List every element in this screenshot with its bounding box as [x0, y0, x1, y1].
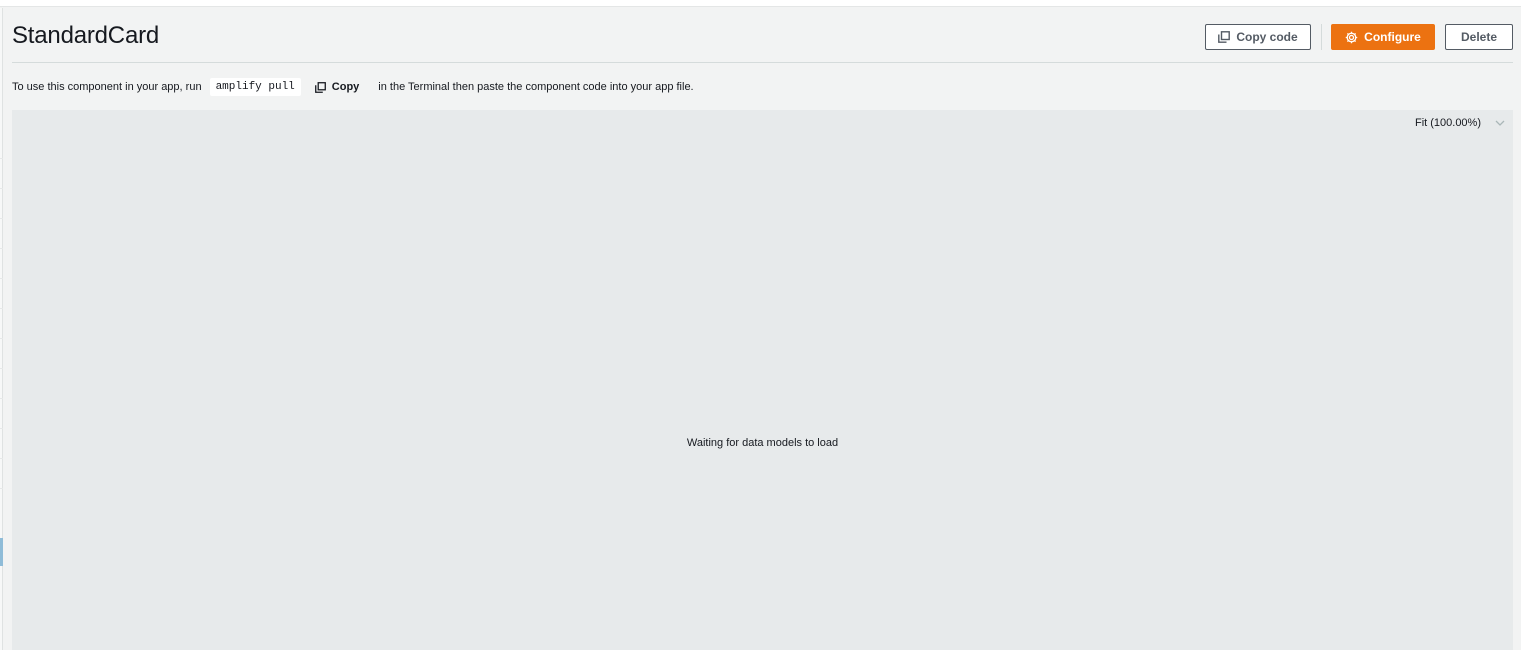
zoom-value: Fit (100.00%) [1414, 117, 1481, 129]
delete-button[interactable]: Delete [1445, 24, 1513, 50]
copy-icon [1218, 31, 1231, 43]
left-panel-edge[interactable] [0, 8, 3, 650]
command-code: amplify pull [209, 78, 301, 96]
copy-command-label: Copy [331, 81, 360, 93]
top-border [0, 0, 1521, 7]
edge-tick [0, 458, 3, 459]
edge-tick [0, 248, 3, 249]
edge-tick [0, 218, 3, 219]
active-nav-marker [0, 538, 3, 566]
copy-icon [314, 81, 326, 93]
instructions-prefix: To use this component in your app, run [12, 81, 202, 93]
edge-tick [0, 308, 3, 309]
usage-instructions: To use this component in your app, run a… [12, 76, 694, 98]
copy-code-label: Copy code [1236, 30, 1298, 44]
component-preview-canvas[interactable]: Fit (100.00%) Waiting for data models to… [12, 110, 1513, 650]
chevron-down-icon [1495, 120, 1505, 126]
edge-tick [0, 278, 3, 279]
loading-status-message: Waiting for data models to load [686, 437, 839, 449]
edge-tick [0, 488, 3, 489]
copy-code-button[interactable]: Copy code [1205, 24, 1311, 50]
zoom-select[interactable]: Fit (100.00%) [1415, 117, 1505, 129]
edge-tick [0, 428, 3, 429]
edge-tick [0, 368, 3, 369]
page-header: StandardCard Copy code Configure Delete [12, 8, 1513, 63]
configure-label: Configure [1364, 30, 1421, 44]
page-title: StandardCard [12, 22, 160, 49]
delete-label: Delete [1460, 30, 1498, 44]
instructions-suffix: in the Terminal then paste the component… [378, 81, 694, 93]
gear-icon [1345, 31, 1358, 44]
configure-button[interactable]: Configure [1331, 24, 1435, 50]
edge-tick [0, 338, 3, 339]
header-divider [1321, 24, 1322, 50]
edge-tick [0, 188, 3, 189]
edge-tick [0, 398, 3, 399]
copy-command-button[interactable]: Copy [314, 81, 360, 93]
edge-tick [0, 158, 3, 159]
